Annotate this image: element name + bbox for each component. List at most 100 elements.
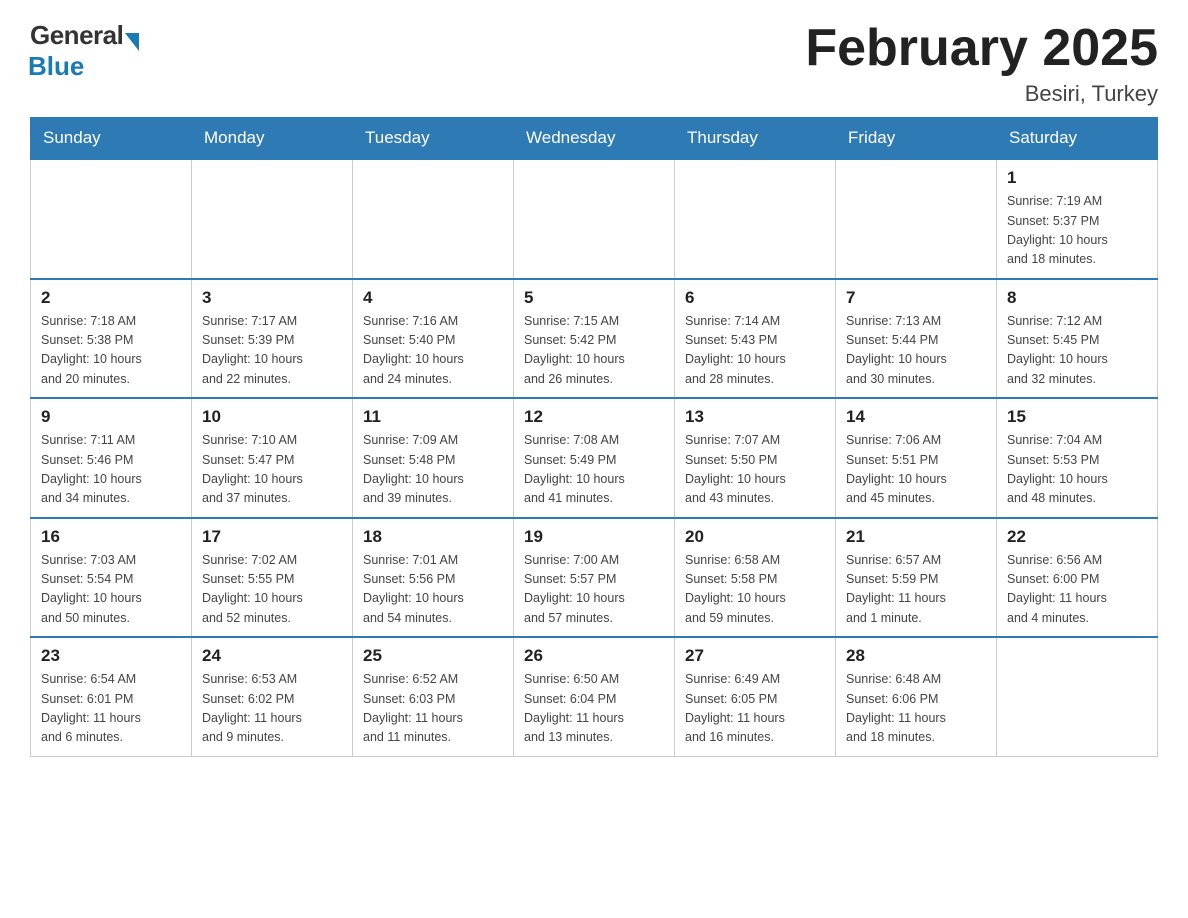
day-number: 2 bbox=[41, 288, 181, 308]
calendar-cell: 6 Sunrise: 7:14 AMSunset: 5:43 PMDaylight… bbox=[675, 279, 836, 399]
day-info: Sunrise: 7:06 AMSunset: 5:51 PMDaylight:… bbox=[846, 431, 986, 509]
calendar-cell bbox=[675, 159, 836, 279]
calendar-cell: 26 Sunrise: 6:50 AMSunset: 6:04 PMDayligh… bbox=[514, 637, 675, 756]
day-number: 25 bbox=[363, 646, 503, 666]
calendar-cell bbox=[514, 159, 675, 279]
day-number: 23 bbox=[41, 646, 181, 666]
calendar-header-row: SundayMondayTuesdayWednesdayThursdayFrid… bbox=[31, 118, 1158, 160]
day-info: Sunrise: 7:12 AMSunset: 5:45 PMDaylight:… bbox=[1007, 312, 1147, 390]
calendar-cell: 23 Sunrise: 6:54 AMSunset: 6:01 PMDayligh… bbox=[31, 637, 192, 756]
calendar-table: SundayMondayTuesdayWednesdayThursdayFrid… bbox=[30, 117, 1158, 757]
day-number: 11 bbox=[363, 407, 503, 427]
day-number: 18 bbox=[363, 527, 503, 547]
calendar-cell: 11 Sunrise: 7:09 AMSunset: 5:48 PMDayligh… bbox=[353, 398, 514, 518]
weekday-header-wednesday: Wednesday bbox=[514, 118, 675, 160]
calendar-cell: 8Sunrise: 7:12 AMSunset: 5:45 PMDaylight… bbox=[997, 279, 1158, 399]
day-number: 3 bbox=[202, 288, 342, 308]
day-info: Sunrise: 7:18 AMSunset: 5:38 PMDaylight:… bbox=[41, 312, 181, 390]
day-number: 24 bbox=[202, 646, 342, 666]
day-info: Sunrise: 7:14 AMSunset: 5:43 PMDaylight:… bbox=[685, 312, 825, 390]
calendar-cell: 4 Sunrise: 7:16 AMSunset: 5:40 PMDaylight… bbox=[353, 279, 514, 399]
calendar-cell: 12 Sunrise: 7:08 AMSunset: 5:49 PMDayligh… bbox=[514, 398, 675, 518]
day-info: Sunrise: 6:54 AMSunset: 6:01 PMDaylight:… bbox=[41, 670, 181, 748]
calendar-cell: 1 Sunrise: 7:19 AMSunset: 5:37 PMDaylight… bbox=[997, 159, 1158, 279]
day-number: 7 bbox=[846, 288, 986, 308]
calendar-cell: 16 Sunrise: 7:03 AMSunset: 5:54 PMDayligh… bbox=[31, 518, 192, 638]
calendar-cell bbox=[836, 159, 997, 279]
day-info: Sunrise: 7:08 AMSunset: 5:49 PMDaylight:… bbox=[524, 431, 664, 509]
day-info: Sunrise: 7:19 AMSunset: 5:37 PMDaylight:… bbox=[1007, 192, 1147, 270]
calendar-cell: 10Sunrise: 7:10 AMSunset: 5:47 PMDayligh… bbox=[192, 398, 353, 518]
calendar-week-2: 2 Sunrise: 7:18 AMSunset: 5:38 PMDaylight… bbox=[31, 279, 1158, 399]
calendar-cell bbox=[997, 637, 1158, 756]
day-info: Sunrise: 6:58 AMSunset: 5:58 PMDaylight:… bbox=[685, 551, 825, 629]
weekday-header-monday: Monday bbox=[192, 118, 353, 160]
day-info: Sunrise: 6:53 AMSunset: 6:02 PMDaylight:… bbox=[202, 670, 342, 748]
calendar-cell bbox=[353, 159, 514, 279]
day-number: 12 bbox=[524, 407, 664, 427]
calendar-cell: 24 Sunrise: 6:53 AMSunset: 6:02 PMDayligh… bbox=[192, 637, 353, 756]
calendar-week-4: 16 Sunrise: 7:03 AMSunset: 5:54 PMDayligh… bbox=[31, 518, 1158, 638]
calendar-cell: 9 Sunrise: 7:11 AMSunset: 5:46 PMDaylight… bbox=[31, 398, 192, 518]
day-number: 9 bbox=[41, 407, 181, 427]
day-info: Sunrise: 7:15 AMSunset: 5:42 PMDaylight:… bbox=[524, 312, 664, 390]
day-info: Sunrise: 7:16 AMSunset: 5:40 PMDaylight:… bbox=[363, 312, 503, 390]
day-number: 27 bbox=[685, 646, 825, 666]
title-section: February 2025 Besiri, Turkey bbox=[805, 20, 1158, 107]
weekday-header-thursday: Thursday bbox=[675, 118, 836, 160]
day-number: 5 bbox=[524, 288, 664, 308]
calendar-cell: 5 Sunrise: 7:15 AMSunset: 5:42 PMDaylight… bbox=[514, 279, 675, 399]
logo-general-text: General bbox=[30, 20, 123, 51]
day-info: Sunrise: 7:02 AMSunset: 5:55 PMDaylight:… bbox=[202, 551, 342, 629]
day-info: Sunrise: 6:56 AMSunset: 6:00 PMDaylight:… bbox=[1007, 551, 1147, 629]
calendar-cell: 15 Sunrise: 7:04 AMSunset: 5:53 PMDayligh… bbox=[997, 398, 1158, 518]
logo-blue-text: Blue bbox=[28, 51, 84, 82]
calendar-cell: 13Sunrise: 7:07 AMSunset: 5:50 PMDayligh… bbox=[675, 398, 836, 518]
month-title: February 2025 bbox=[805, 20, 1158, 77]
day-number: 16 bbox=[41, 527, 181, 547]
calendar-cell: 18 Sunrise: 7:01 AMSunset: 5:56 PMDayligh… bbox=[353, 518, 514, 638]
day-info: Sunrise: 7:04 AMSunset: 5:53 PMDaylight:… bbox=[1007, 431, 1147, 509]
calendar-cell: 25Sunrise: 6:52 AMSunset: 6:03 PMDayligh… bbox=[353, 637, 514, 756]
calendar-week-1: 1 Sunrise: 7:19 AMSunset: 5:37 PMDaylight… bbox=[31, 159, 1158, 279]
calendar-cell: 19Sunrise: 7:00 AMSunset: 5:57 PMDayligh… bbox=[514, 518, 675, 638]
day-number: 10 bbox=[202, 407, 342, 427]
calendar-week-5: 23 Sunrise: 6:54 AMSunset: 6:01 PMDayligh… bbox=[31, 637, 1158, 756]
day-number: 13 bbox=[685, 407, 825, 427]
day-number: 22 bbox=[1007, 527, 1147, 547]
day-info: Sunrise: 7:09 AMSunset: 5:48 PMDaylight:… bbox=[363, 431, 503, 509]
day-info: Sunrise: 7:01 AMSunset: 5:56 PMDaylight:… bbox=[363, 551, 503, 629]
weekday-header-saturday: Saturday bbox=[997, 118, 1158, 160]
calendar-cell: 2 Sunrise: 7:18 AMSunset: 5:38 PMDaylight… bbox=[31, 279, 192, 399]
calendar-cell bbox=[31, 159, 192, 279]
day-number: 17 bbox=[202, 527, 342, 547]
calendar-week-3: 9 Sunrise: 7:11 AMSunset: 5:46 PMDaylight… bbox=[31, 398, 1158, 518]
day-number: 4 bbox=[363, 288, 503, 308]
location-label: Besiri, Turkey bbox=[805, 81, 1158, 107]
day-number: 1 bbox=[1007, 168, 1147, 188]
logo-arrow-icon bbox=[125, 33, 139, 51]
calendar-cell: 20 Sunrise: 6:58 AMSunset: 5:58 PMDayligh… bbox=[675, 518, 836, 638]
calendar-cell: 28Sunrise: 6:48 AMSunset: 6:06 PMDayligh… bbox=[836, 637, 997, 756]
page-header: General Blue February 2025 Besiri, Turke… bbox=[30, 20, 1158, 107]
day-info: Sunrise: 7:03 AMSunset: 5:54 PMDaylight:… bbox=[41, 551, 181, 629]
weekday-header-tuesday: Tuesday bbox=[353, 118, 514, 160]
day-info: Sunrise: 6:48 AMSunset: 6:06 PMDaylight:… bbox=[846, 670, 986, 748]
calendar-cell: 7 Sunrise: 7:13 AMSunset: 5:44 PMDaylight… bbox=[836, 279, 997, 399]
day-info: Sunrise: 6:50 AMSunset: 6:04 PMDaylight:… bbox=[524, 670, 664, 748]
logo: General Blue bbox=[30, 20, 139, 82]
day-number: 19 bbox=[524, 527, 664, 547]
calendar-cell: 27Sunrise: 6:49 AMSunset: 6:05 PMDayligh… bbox=[675, 637, 836, 756]
calendar-cell: 14Sunrise: 7:06 AMSunset: 5:51 PMDayligh… bbox=[836, 398, 997, 518]
day-info: Sunrise: 7:11 AMSunset: 5:46 PMDaylight:… bbox=[41, 431, 181, 509]
day-info: Sunrise: 7:13 AMSunset: 5:44 PMDaylight:… bbox=[846, 312, 986, 390]
day-number: 26 bbox=[524, 646, 664, 666]
calendar-cell: 21Sunrise: 6:57 AMSunset: 5:59 PMDayligh… bbox=[836, 518, 997, 638]
day-number: 6 bbox=[685, 288, 825, 308]
day-number: 21 bbox=[846, 527, 986, 547]
calendar-cell: 3 Sunrise: 7:17 AMSunset: 5:39 PMDaylight… bbox=[192, 279, 353, 399]
day-number: 15 bbox=[1007, 407, 1147, 427]
day-info: Sunrise: 7:17 AMSunset: 5:39 PMDaylight:… bbox=[202, 312, 342, 390]
calendar-cell bbox=[192, 159, 353, 279]
day-number: 20 bbox=[685, 527, 825, 547]
